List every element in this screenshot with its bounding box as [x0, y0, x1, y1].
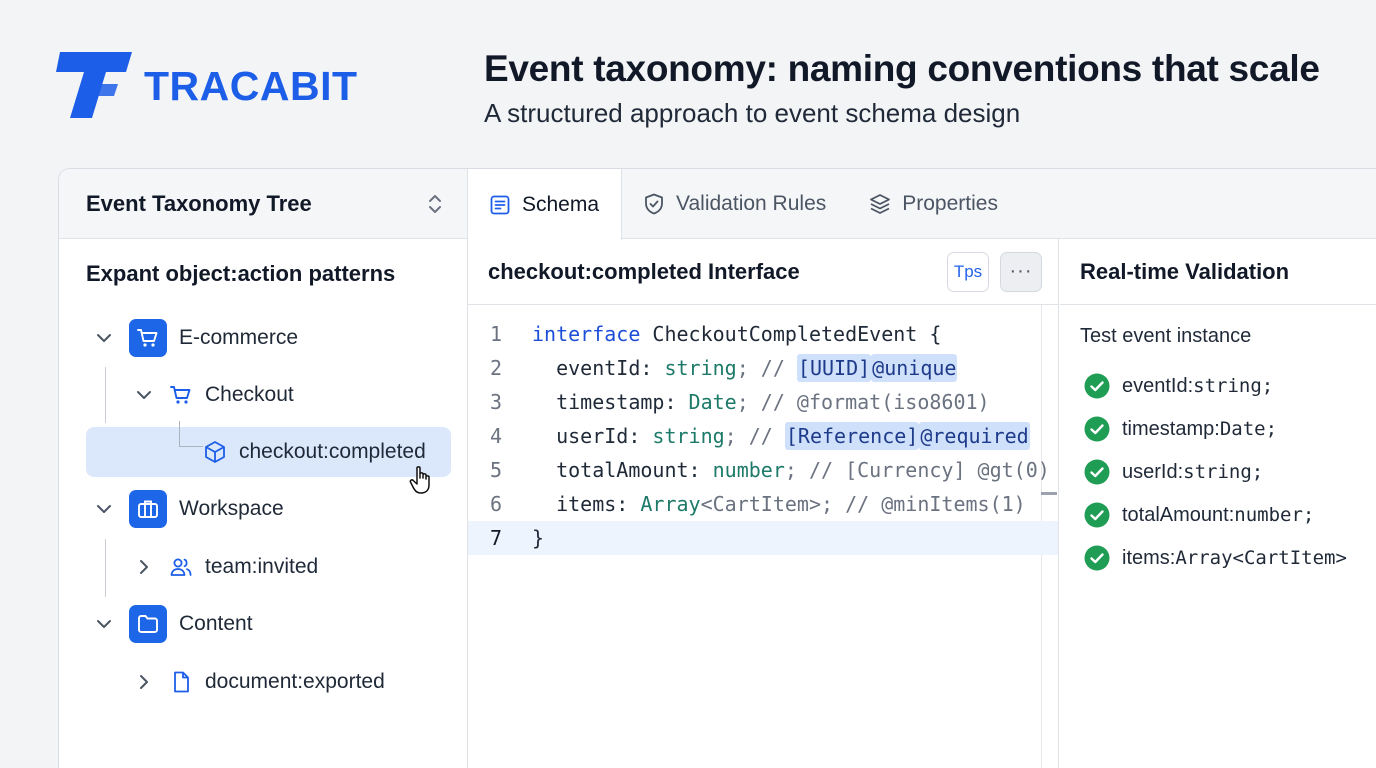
tree-item-checkout-completed[interactable]: checkout:completed	[203, 440, 426, 464]
code-line: 2 eventId: string; // [UUID] @unique	[489, 354, 958, 382]
section-title: Expant object:action patterns	[86, 261, 396, 286]
typescript-button[interactable]: Tps	[947, 251, 989, 292]
validation-subtitle: Test event instance	[1080, 325, 1252, 347]
tree-item-label: Checkout	[205, 383, 294, 406]
folder-icon	[129, 605, 167, 643]
validation-item: items: Array<CartItem>	[1084, 545, 1347, 571]
validation-title: Real-time Validation	[1080, 258, 1290, 284]
tab-schema[interactable]: Schema	[468, 169, 623, 240]
chevron-down-icon[interactable]	[95, 500, 113, 518]
tab-label: Validation Rules	[676, 192, 827, 215]
tab-properties[interactable]: Properties	[848, 169, 1020, 239]
code-block[interactable]: 1 interface CheckoutCompletedEvent { 2 ev…	[468, 317, 1058, 555]
schema-icon	[490, 195, 510, 214]
cart-icon	[170, 386, 191, 404]
tree-item-workspace[interactable]: Workspace	[95, 490, 284, 528]
file-icon	[174, 671, 189, 693]
code-line: 6 items: Array <CartItem>; // @minItems(1…	[489, 492, 1026, 516]
tab-label: Schema	[522, 192, 600, 216]
chevron-down-icon[interactable]	[95, 615, 113, 633]
page-header: Event taxonomy: naming conventions that …	[484, 48, 1320, 129]
tree-item-document-exported[interactable]: document:exported	[135, 670, 385, 694]
check-circle-icon	[1084, 545, 1110, 571]
tree-item-ecommerce[interactable]: E-commerce	[95, 319, 298, 357]
sidebar-header: Event Taxonomy Tree	[59, 169, 467, 239]
validation-item: eventId: string;	[1084, 373, 1273, 399]
tree-item-team-invited[interactable]: team:invited	[135, 555, 318, 579]
code-line-current: 7}	[468, 521, 1058, 555]
shield-icon	[645, 193, 663, 215]
tab-validation-rules[interactable]: Validation Rules	[622, 169, 848, 239]
tree-guide-line	[105, 539, 106, 597]
validation-item: timestamp: Date;	[1084, 416, 1277, 442]
cart-icon	[129, 319, 167, 357]
schema-editor: checkout:completed Interface Tps ··· 1 in…	[468, 239, 1059, 768]
tree-item-label: checkout:completed	[239, 440, 426, 463]
sidebar-title: Event Taxonomy Tree	[86, 190, 312, 216]
taxonomy-sidebar: Event Taxonomy Tree Expant object:action…	[59, 169, 468, 768]
tab-label: Properties	[902, 192, 998, 215]
check-circle-icon	[1084, 416, 1110, 442]
validation-header: Real-time Validation	[1060, 239, 1376, 305]
check-circle-icon	[1084, 373, 1110, 399]
sort-toggle-icon[interactable]	[425, 193, 445, 215]
chevron-down-icon[interactable]	[135, 386, 153, 404]
code-line: 4 userId: string; // [Reference] @requir…	[489, 422, 1030, 450]
check-circle-icon	[1084, 459, 1110, 485]
tree-guide-line	[105, 367, 106, 423]
validation-item: userId: string;	[1084, 459, 1263, 485]
tree-item-checkout[interactable]: Checkout	[135, 383, 294, 407]
chevron-right-icon[interactable]	[135, 558, 153, 576]
layers-icon	[870, 194, 891, 214]
validation-item: totalAmount: number;	[1084, 502, 1314, 528]
tree-item-label: E-commerce	[179, 326, 299, 349]
tree-item-content[interactable]: Content	[95, 605, 253, 643]
page-title: Event taxonomy: naming conventions that …	[484, 48, 1320, 89]
brand-name: TRACABIT	[144, 62, 358, 109]
tree-item-label: document:exported	[205, 670, 385, 693]
chevron-down-icon[interactable]	[95, 329, 113, 347]
check-circle-icon	[1084, 502, 1110, 528]
users-icon	[170, 558, 192, 576]
cube-icon	[205, 441, 225, 463]
briefcase-icon	[129, 490, 167, 528]
editor-title: checkout:completed Interface	[488, 258, 800, 284]
tree-item-label: team:invited	[205, 555, 319, 578]
brand-logo: TRACABIT	[56, 50, 358, 122]
more-options-button[interactable]: ···	[1000, 251, 1042, 292]
validation-panel: Real-time Validation Test event instance…	[1060, 239, 1376, 768]
code-line: 3 timestamp: Date; // @format(iso8601)	[489, 390, 990, 414]
tracabit-logo-icon	[56, 52, 132, 118]
app-window: Event Taxonomy Tree Expant object:action…	[58, 168, 1376, 768]
tree-item-label: Content	[179, 612, 253, 635]
editor-header: checkout:completed Interface Tps ···	[468, 239, 1058, 305]
chevron-right-icon[interactable]	[135, 673, 153, 691]
code-line: 5 totalAmount: number; // [Currency] @gt…	[489, 458, 1050, 482]
page-subtitle: A structured approach to event schema de…	[484, 98, 1021, 128]
code-line: 1 interface CheckoutCompletedEvent {	[489, 322, 942, 346]
tree-item-label: Workspace	[179, 497, 284, 520]
hand-cursor-icon	[409, 466, 430, 494]
tree-elbow-line	[179, 421, 203, 447]
tab-bar: Schema Validation Rules Properties	[468, 169, 1376, 240]
